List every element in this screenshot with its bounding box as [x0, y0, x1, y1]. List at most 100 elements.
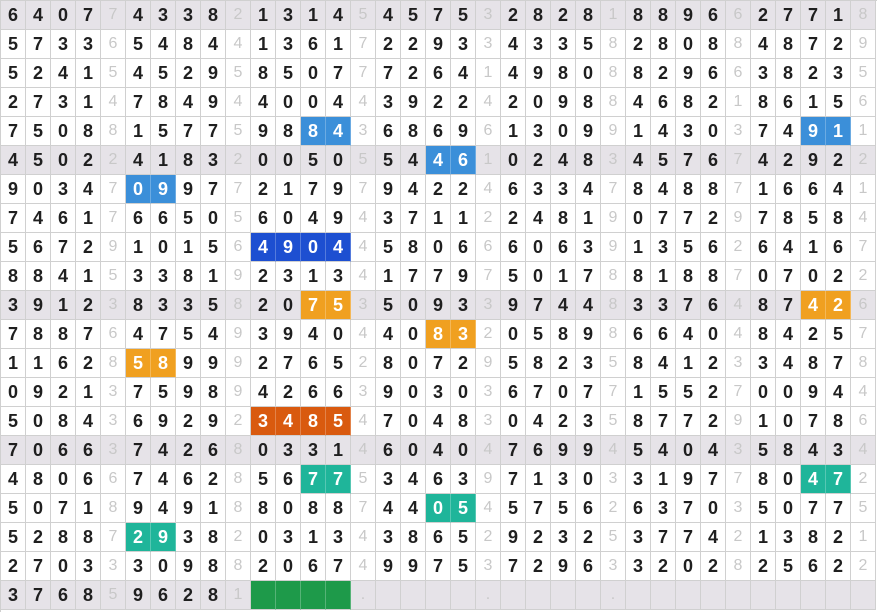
- grid-cell: 1: [76, 204, 101, 233]
- grid-cell: 6: [726, 1, 751, 30]
- grid-cell: 8: [826, 407, 851, 436]
- grid-cell: 4: [151, 465, 176, 494]
- grid-cell: 2: [826, 552, 851, 581]
- grid-cell: 4: [376, 320, 401, 349]
- grid-cell: 2: [601, 494, 626, 523]
- grid-cell: 0: [401, 291, 426, 320]
- grid-cell: 7: [26, 30, 51, 59]
- grid-cell: 3: [551, 30, 576, 59]
- grid-cell: 5: [601, 407, 626, 436]
- grid-cell: 8: [826, 204, 851, 233]
- grid-cell: 3: [151, 262, 176, 291]
- grid-cell: 8: [551, 204, 576, 233]
- grid-cell: 6: [801, 552, 826, 581]
- grid-cell: 3: [376, 88, 401, 117]
- grid-cell: 4: [76, 175, 101, 204]
- grid-cell: 2: [226, 523, 251, 552]
- grid-cell: 3: [626, 465, 651, 494]
- grid-cell: 0: [276, 88, 301, 117]
- grid-cell: 5: [326, 349, 351, 378]
- grid-cell: 3: [451, 465, 476, 494]
- grid-cell: 0: [401, 349, 426, 378]
- grid-cell: 2: [851, 552, 876, 581]
- grid-cell: 9: [851, 30, 876, 59]
- grid-cell: 2: [651, 59, 676, 88]
- grid-cell: 8: [601, 291, 626, 320]
- grid-cell: 4: [401, 465, 426, 494]
- grid-cell: 8: [676, 88, 701, 117]
- grid-cell: 3: [776, 523, 801, 552]
- grid-cell: 2: [251, 175, 276, 204]
- grid-cell: 6: [301, 552, 326, 581]
- grid-cell: [426, 581, 451, 610]
- grid-cell: 3: [176, 1, 201, 30]
- grid-cell: 2: [226, 146, 251, 175]
- grid-cell: 5: [176, 204, 201, 233]
- grid-cell: 3: [576, 349, 601, 378]
- grid-cell: 7: [851, 320, 876, 349]
- grid-cell: 3: [151, 1, 176, 30]
- grid-cell: 1: [126, 233, 151, 262]
- grid-cell: 3: [726, 117, 751, 146]
- grid-cell: 5: [351, 146, 376, 175]
- grid-cell: 4: [51, 59, 76, 88]
- grid-cell: 9: [151, 523, 176, 552]
- grid-cell: 4: [201, 320, 226, 349]
- grid-cell: 3: [376, 523, 401, 552]
- grid-cell: 2: [776, 146, 801, 175]
- grid-cell: 3: [101, 291, 126, 320]
- grid-cell: 2: [651, 552, 676, 581]
- grid-cell: 2: [401, 59, 426, 88]
- grid-cell: 5: [301, 146, 326, 175]
- grid-cell: 3: [176, 291, 201, 320]
- grid-cell: 7: [326, 552, 351, 581]
- grid-cell: 6: [651, 88, 676, 117]
- grid-cell: 1: [851, 523, 876, 552]
- grid-cell: 4: [801, 291, 826, 320]
- grid-cell: 8: [626, 175, 651, 204]
- grid-cell: 8: [201, 378, 226, 407]
- grid-cell: 9: [676, 1, 701, 30]
- grid-cell: 7: [576, 262, 601, 291]
- grid-cell: 4: [651, 436, 676, 465]
- grid-cell: 7: [126, 436, 151, 465]
- grid-cell: 3: [726, 436, 751, 465]
- grid-cell: 4: [76, 407, 101, 436]
- grid-cell: 2: [76, 146, 101, 175]
- grid-cell: 7: [301, 291, 326, 320]
- grid-cell: 9: [176, 552, 201, 581]
- grid-cell: 9: [176, 349, 201, 378]
- grid-cell: 7: [726, 465, 751, 494]
- grid-cell: 6: [451, 146, 476, 175]
- grid-cell: 5: [151, 117, 176, 146]
- grid-cell: 9: [451, 117, 476, 146]
- grid-cell: 6: [1, 1, 26, 30]
- grid-cell: 9: [426, 30, 451, 59]
- grid-cell: 3: [651, 494, 676, 523]
- grid-cell: 3: [101, 552, 126, 581]
- grid-cell: [701, 581, 726, 610]
- grid-cell: 0: [26, 436, 51, 465]
- grid-cell: 1: [76, 378, 101, 407]
- grid-cell: 6: [501, 378, 526, 407]
- grid-cell: 2: [51, 378, 76, 407]
- grid-cell: 9: [176, 378, 201, 407]
- grid-cell: 7: [51, 233, 76, 262]
- grid-cell: 6: [26, 233, 51, 262]
- grid-cell: 3: [76, 30, 101, 59]
- grid-cell: 3: [76, 552, 101, 581]
- grid-cell: 4: [426, 407, 451, 436]
- grid-cell: [501, 581, 526, 610]
- grid-cell: 7: [176, 117, 201, 146]
- grid-cell: 5: [601, 349, 626, 378]
- grid-cell: 6: [276, 465, 301, 494]
- grid-cell: 8: [651, 1, 676, 30]
- grid-cell: 1: [801, 88, 826, 117]
- grid-cell: 4: [851, 378, 876, 407]
- grid-cell: 6: [851, 291, 876, 320]
- grid-cell: 6: [701, 233, 726, 262]
- grid-cell: 5: [1, 59, 26, 88]
- grid-cell: 8: [251, 494, 276, 523]
- grid-cell: 5: [176, 320, 201, 349]
- grid-cell: 0: [26, 175, 51, 204]
